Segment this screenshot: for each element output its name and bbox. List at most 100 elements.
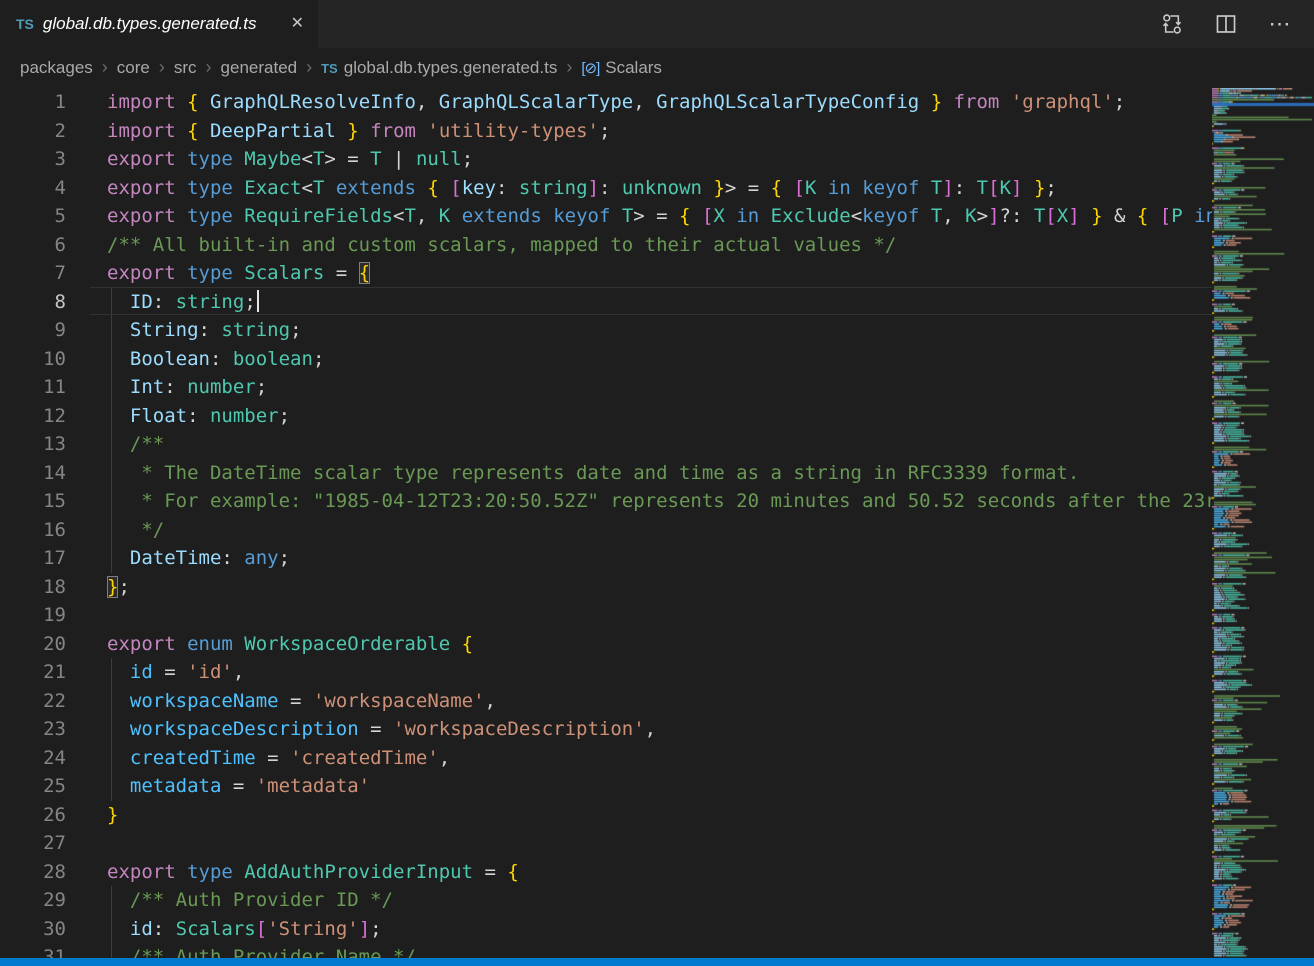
line-number[interactable]: 26 [0, 801, 66, 830]
more-actions-icon[interactable]: ⋯ [1268, 12, 1292, 36]
breadcrumb-item-generated[interactable]: generated [221, 58, 298, 78]
tab-label: global.db.types.generated.ts [43, 14, 278, 34]
code-line-15[interactable]: * For example: "1985-04-12T23:20:50.52Z"… [107, 487, 1212, 516]
code-line-7[interactable]: export type Scalars = { [107, 259, 1212, 288]
code-token: ; [599, 120, 610, 142]
code-line-1[interactable]: import { GraphQLResolveInfo, GraphQLScal… [107, 88, 1212, 117]
code-line-29[interactable]: /** Auth Provider ID */ [107, 886, 1212, 915]
line-number[interactable]: 17 [0, 544, 66, 573]
line-number[interactable]: 22 [0, 687, 66, 716]
line-number[interactable]: 1 [0, 88, 66, 117]
code-line-5[interactable]: export type RequireFields<T, K extends k… [107, 202, 1212, 231]
code-line-12[interactable]: Float: number; [107, 402, 1212, 431]
code-token: T [313, 177, 336, 199]
close-tab-icon[interactable]: ✕ [287, 14, 308, 34]
code-line-30[interactable]: id: Scalars['String']; [107, 915, 1212, 944]
line-number[interactable]: 5 [0, 202, 66, 231]
code-token: ; [279, 547, 290, 569]
code-line-11[interactable]: Int: number; [107, 373, 1212, 402]
breadcrumb-item-src[interactable]: src [174, 58, 197, 78]
code-token [439, 177, 450, 199]
code-token: | [382, 148, 416, 170]
code-token: P [1171, 205, 1194, 227]
line-number[interactable]: 19 [0, 601, 66, 630]
line-number[interactable]: 2 [0, 117, 66, 146]
code-token [702, 177, 713, 199]
line-number[interactable]: 14 [0, 459, 66, 488]
line-number[interactable]: 7 [0, 259, 66, 288]
code-line-23[interactable]: workspaceDescription = 'workspaceDescrip… [107, 715, 1212, 744]
tab-global-db-types-generated-ts[interactable]: TS global.db.types.generated.ts ✕ [0, 0, 318, 48]
breadcrumb-item-core[interactable]: core [117, 58, 150, 78]
code-line-6[interactable]: /** All built-in and custom scalars, map… [107, 231, 1212, 260]
code-line-4[interactable]: export type Exact<T extends { [key: stri… [107, 174, 1212, 203]
code-area[interactable]: import { GraphQLResolveInfo, GraphQLScal… [90, 88, 1212, 958]
code-line-18[interactable]: }; [107, 573, 1212, 602]
code-line-19[interactable] [107, 601, 1212, 630]
code-line-31[interactable]: /** Auth Provider Name */ [107, 943, 1212, 958]
code-line-2[interactable]: import { DeepPartial } from 'utility-typ… [107, 117, 1212, 146]
line-number[interactable]: 16 [0, 516, 66, 545]
code-line-24[interactable]: createdTime = 'createdTime', [107, 744, 1212, 773]
breadcrumb-item-scalars[interactable]: [⊘]Scalars [581, 58, 662, 78]
breadcrumb-item-packages[interactable]: packages [20, 58, 93, 78]
line-number[interactable]: 4 [0, 174, 66, 203]
code-line-26[interactable]: } [107, 801, 1212, 830]
code-token [107, 718, 130, 740]
line-number[interactable]: 29 [0, 886, 66, 915]
split-editor-icon[interactable] [1214, 12, 1238, 36]
code-token: keyof [862, 177, 931, 199]
code-token: 'workspaceDescription' [393, 718, 645, 740]
code-line-20[interactable]: export enum WorkspaceOrderable { [107, 630, 1212, 659]
line-number[interactable]: 30 [0, 915, 66, 944]
code-line-14[interactable]: * The DateTime scalar type represents da… [107, 459, 1212, 488]
code-line-27[interactable] [107, 829, 1212, 858]
code-line-13[interactable]: /** [107, 430, 1212, 459]
code-line-3[interactable]: export type Maybe<T> = T | null; [107, 145, 1212, 174]
line-number[interactable]: 21 [0, 658, 66, 687]
line-number[interactable]: 23 [0, 715, 66, 744]
line-number[interactable]: 15 [0, 487, 66, 516]
code-token: GraphQLScalarType [439, 91, 633, 113]
code-line-21[interactable]: id = 'id', [107, 658, 1212, 687]
code-token: number [187, 376, 256, 398]
code-line-25[interactable]: metadata = 'metadata' [107, 772, 1212, 801]
code-token: type [187, 262, 244, 284]
code-token: enum [187, 633, 244, 655]
line-number[interactable]: 24 [0, 744, 66, 773]
status-bar [0, 958, 1314, 966]
line-number[interactable]: 12 [0, 402, 66, 431]
code-token: type [187, 148, 244, 170]
line-number[interactable]: 6 [0, 231, 66, 260]
code-token: Float [130, 405, 187, 427]
code-line-22[interactable]: workspaceName = 'workspaceName', [107, 687, 1212, 716]
line-number[interactable]: 28 [0, 858, 66, 887]
line-number[interactable]: 3 [0, 145, 66, 174]
code-line-8[interactable]: ID: string; [107, 288, 1212, 317]
code-line-17[interactable]: DateTime: any; [107, 544, 1212, 573]
code-token: ] [1068, 205, 1079, 227]
breadcrumb-item-global-db-types-generated-ts[interactable]: TSglobal.db.types.generated.ts [321, 58, 557, 78]
code-line-16[interactable]: */ [107, 516, 1212, 545]
line-number[interactable]: 27 [0, 829, 66, 858]
code-token [919, 91, 930, 113]
line-number[interactable]: 8 [0, 288, 66, 317]
line-number[interactable]: 9 [0, 316, 66, 345]
code-line-28[interactable]: export type AddAuthProviderInput = { [107, 858, 1212, 887]
line-number[interactable]: 13 [0, 430, 66, 459]
line-number[interactable]: 25 [0, 772, 66, 801]
minimap[interactable] [1212, 88, 1314, 958]
text-cursor [257, 290, 259, 312]
code-line-10[interactable]: Boolean: boolean; [107, 345, 1212, 374]
code-token: ; [313, 348, 324, 370]
open-changes-icon[interactable] [1160, 12, 1184, 36]
line-number[interactable]: 31 [0, 943, 66, 958]
line-number[interactable]: 20 [0, 630, 66, 659]
code-token: /** Auth Provider ID */ [130, 889, 393, 911]
line-number[interactable]: 11 [0, 373, 66, 402]
typescript-file-icon: TS [321, 61, 338, 76]
code-line-9[interactable]: String: string; [107, 316, 1212, 345]
line-number[interactable]: 18 [0, 573, 66, 602]
code-token: [ [1160, 205, 1171, 227]
line-number[interactable]: 10 [0, 345, 66, 374]
